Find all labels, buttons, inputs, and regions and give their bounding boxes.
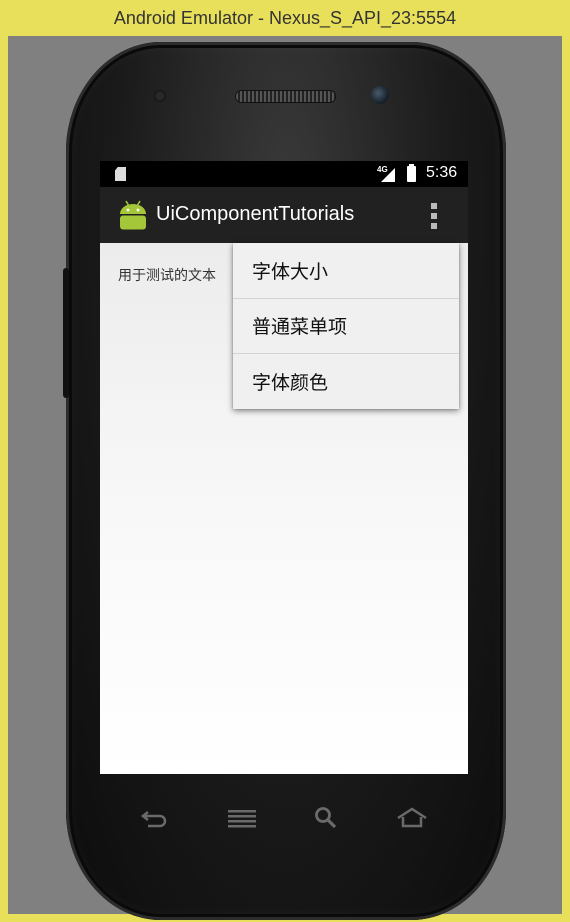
search-icon[interactable] [313, 806, 339, 830]
status-clock: 5:36 [426, 164, 458, 181]
hardware-nav-bar [100, 800, 468, 840]
menu-item-font-size[interactable]: 字体大小 [233, 243, 459, 299]
emulator-window-title: Android Emulator - Nexus_S_API_23:5554 [113, 7, 457, 28]
menu-item-font-color[interactable]: 字体颜色 [233, 354, 459, 410]
back-icon[interactable] [140, 806, 170, 830]
menu-icon[interactable] [226, 806, 258, 830]
menu-item-normal[interactable]: 普通菜单项 [233, 299, 459, 354]
device-screen: 4G 5:36 UiComponentTutorials 用于测试的文本 字体大… [100, 161, 468, 774]
android-app-icon [120, 200, 146, 230]
sample-text: 用于测试的文本 [118, 268, 216, 284]
action-bar: UiComponentTutorials [100, 187, 468, 243]
emulator-title-bar: Android Emulator - Nexus_S_API_23:5554 [0, 0, 570, 36]
earpiece-speaker [236, 91, 335, 102]
front-camera [371, 86, 389, 104]
app-title: UiComponentTutorials [156, 203, 355, 225]
overflow-menu-icon[interactable] [428, 203, 440, 229]
network-type-label: 4G [377, 165, 388, 174]
status-bar: 4G 5:36 [100, 161, 468, 187]
volume-button[interactable] [63, 268, 69, 398]
proximity-sensor [154, 90, 166, 102]
sd-card-icon [115, 167, 126, 181]
battery-icon [407, 164, 416, 182]
home-icon[interactable] [395, 806, 429, 830]
overflow-popup-menu: 字体大小 普通菜单项 字体颜色 [233, 243, 459, 409]
